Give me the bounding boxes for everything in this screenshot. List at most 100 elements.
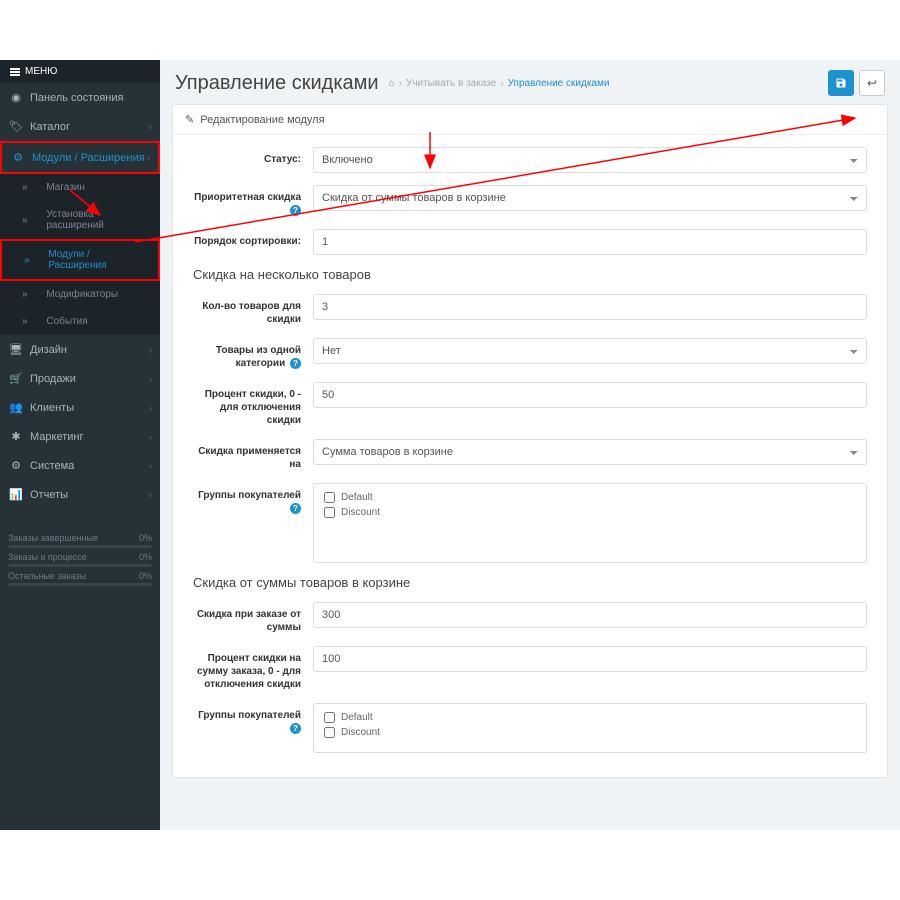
status-label: Статус:	[193, 147, 313, 166]
content: Управление скидками ⌂ › Учитывать в зака…	[160, 60, 900, 830]
sidebar-item-dashboard[interactable]: ◉Панель состояния	[0, 83, 160, 112]
reply-icon: ↩	[867, 76, 877, 90]
sidebar-sub-modifiers[interactable]: » Модификаторы	[0, 281, 160, 308]
sidebar-item-catalog[interactable]: 🏷Каталог›	[0, 112, 160, 141]
sidebar-stats: Заказы завершенные0% Заказы в процессе 0%…	[0, 529, 160, 586]
sidebar-sub-shop[interactable]: » Магазин	[0, 174, 160, 201]
sort-label: Порядок сортировки:	[193, 229, 313, 248]
group-default-row[interactable]: Default	[324, 492, 856, 503]
panel: ✎Редактирование модуля Статус: Включено …	[172, 104, 888, 778]
sidebar-item-label: Модули / Расширения	[48, 249, 148, 271]
bars-icon	[10, 68, 20, 76]
users-icon: 👥	[10, 401, 22, 414]
breadcrumb: ⌂ › Учитывать в заказе › Управление скид…	[389, 78, 610, 89]
section-cart-title: Скидка от суммы товаров в корзине	[193, 575, 867, 590]
sidebar-item-label: События	[46, 316, 87, 327]
bullet-icon: »	[22, 182, 28, 193]
gear-icon: ⚙	[10, 459, 22, 472]
row-sort: Порядок сортировки:	[193, 229, 867, 255]
group-discount-row[interactable]: Discount	[324, 507, 856, 518]
applies-label: Скидка применяется на	[193, 439, 313, 471]
applies-select[interactable]: Сумма товаров в корзине	[313, 439, 867, 465]
sidebar: МЕНЮ ◉Панель состояния 🏷Каталог› ⚙Модули…	[0, 60, 160, 830]
sidebar-item-design[interactable]: 🖥Дизайн›	[0, 335, 160, 364]
breadcrumb-current[interactable]: Управление скидками	[508, 78, 610, 89]
row-qty: Кол-во товаров для скидки	[193, 294, 867, 326]
pct-input[interactable]	[313, 382, 867, 408]
row-groups-2: Группы покупателей ? Default Discount	[193, 703, 867, 753]
puzzle-icon: ⚙	[12, 151, 24, 164]
sidebar-item-system[interactable]: ⚙ Система ›	[0, 451, 160, 480]
stat-progress: Заказы в процессе 0%	[8, 552, 152, 562]
panel-body: Статус: Включено Приоритетная скидка ? С…	[173, 135, 887, 777]
sort-input[interactable]	[313, 229, 867, 255]
pencil-icon: ✎	[185, 113, 194, 126]
sidebar-item-label: Продажи	[30, 373, 76, 385]
groups-box-2: Default Discount	[313, 703, 867, 753]
help-icon[interactable]: ?	[290, 723, 301, 734]
share-icon: ✱	[10, 430, 22, 443]
tag-icon: 🏷	[10, 120, 22, 133]
sidebar-item-label: Установка расширений	[46, 209, 150, 231]
breadcrumb-item[interactable]: Учитывать в заказе	[406, 78, 496, 89]
breadcrumb-sep: ›	[500, 78, 503, 89]
group-default-checkbox[interactable]	[324, 492, 335, 503]
priority-label: Приоритетная скидка ?	[193, 185, 313, 217]
group-discount-row-2[interactable]: Discount	[324, 727, 856, 738]
group-discount-checkbox[interactable]	[324, 507, 335, 518]
sidebar-item-label: Маркетинг	[30, 431, 83, 443]
from-sum-input[interactable]	[313, 602, 867, 628]
back-button[interactable]: ↩	[859, 70, 885, 96]
qty-label: Кол-во товаров для скидки	[193, 294, 313, 326]
sidebar-sub-events[interactable]: » События	[0, 308, 160, 335]
sidebar-item-label: Модификаторы	[46, 289, 118, 300]
sidebar-item-reports[interactable]: 📊Отчеты›	[0, 480, 160, 509]
status-select[interactable]: Включено	[313, 147, 867, 173]
group-default-row-2[interactable]: Default	[324, 712, 856, 723]
group-default-checkbox-2[interactable]	[324, 712, 335, 723]
help-icon[interactable]: ?	[290, 358, 301, 369]
panel-head: ✎Редактирование модуля	[173, 105, 887, 135]
chevron-right-icon: ›	[149, 490, 152, 500]
sidebar-sub-modules[interactable]: » Модули / Расширения	[0, 239, 160, 281]
same-cat-select[interactable]: Нет	[313, 338, 867, 364]
stat-label: Заказы в процессе	[8, 552, 87, 562]
group-discount-checkbox-2[interactable]	[324, 727, 335, 738]
help-icon[interactable]: ?	[290, 503, 301, 514]
stat-value: 0%	[139, 571, 152, 581]
page-header: Управление скидками ⌂ › Учитывать в зака…	[160, 60, 900, 104]
cart-icon: 🛒	[10, 372, 22, 385]
sidebar-item-label: Клиенты	[30, 402, 74, 414]
stat-other: Остальные заказы0%	[8, 571, 152, 581]
home-icon[interactable]: ⌂	[389, 78, 395, 89]
sidebar-item-sales[interactable]: 🛒Продажи›	[0, 364, 160, 393]
chevron-right-icon: ›	[149, 403, 152, 413]
qty-input[interactable]	[313, 294, 867, 320]
sidebar-item-marketing[interactable]: ✱ Маркетинг ›	[0, 422, 160, 451]
chevron-right-icon: ›	[149, 432, 152, 442]
chevron-right-icon: ›	[149, 461, 152, 471]
save-button[interactable]	[828, 70, 854, 96]
priority-select[interactable]: Скидка от суммы товаров в корзине	[313, 185, 867, 211]
row-same-cat: Товары из одной категории ? Нет	[193, 338, 867, 370]
sidebar-submenu: » Магазин » Установка расширений » Модул…	[0, 174, 160, 335]
pct-label: Процент скидки, 0 - для отключения скидк…	[193, 382, 313, 427]
stat-completed: Заказы завершенные0%	[8, 533, 152, 543]
stat-value: 0%	[139, 552, 152, 562]
bullet-icon: »	[24, 255, 30, 266]
save-icon	[835, 77, 847, 89]
sidebar-item-label: Система	[30, 460, 74, 472]
sidebar-item-label: Панель состояния	[30, 92, 123, 104]
groups-label: Группы покупателей ?	[193, 483, 313, 515]
groups-box: Default Discount	[313, 483, 867, 563]
sidebar-item-label: Магазин	[46, 182, 85, 193]
row-from-sum: Скидка при заказе от суммы	[193, 602, 867, 634]
sidebar-item-label: Модули / Расширения	[32, 152, 145, 164]
sidebar-item-customers[interactable]: 👥 Клиенты ›	[0, 393, 160, 422]
help-icon[interactable]: ?	[290, 205, 301, 216]
sidebar-sub-install[interactable]: » Установка расширений	[0, 201, 160, 239]
sidebar-item-modules[interactable]: ⚙Модули / Расширения›	[0, 141, 160, 174]
stat-value: 0%	[139, 533, 152, 543]
cart-pct-input[interactable]	[313, 646, 867, 672]
cart-pct-label: Процент скидки на сумму заказа, 0 - для …	[193, 646, 313, 691]
